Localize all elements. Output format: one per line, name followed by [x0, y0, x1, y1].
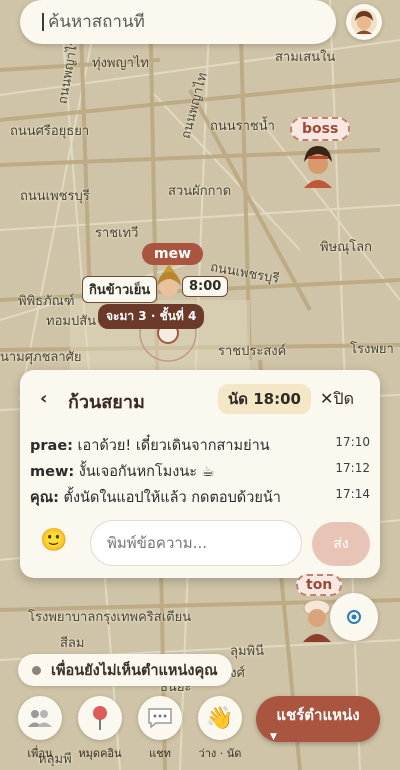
chat-panel: ‹ ก้วนสยาม นัด 18:00 ✕ปิด prae: เอาด้วย!…	[20, 370, 380, 578]
friend-status-mew: จะมา 3 · ชั้นที่ 4	[98, 304, 205, 329]
wave-icon: 👋	[206, 705, 234, 731]
status-dot-icon	[32, 665, 41, 675]
friend-name-boss[interactable]: boss	[290, 117, 351, 141]
friend-name-mew[interactable]: mew	[142, 243, 204, 265]
message-time: 17:12	[335, 461, 370, 475]
map-label: ราชเทวี	[95, 226, 139, 241]
chat-room-name: ก้วนสยาม	[68, 392, 145, 413]
nav-friends-button[interactable]	[18, 696, 62, 740]
dropdown-arrow-icon: ▼	[270, 732, 277, 742]
message-text: เอาด้วย! เดี๋ยวเดินจากสามย่าน	[72, 438, 270, 454]
my-location-button[interactable]	[330, 593, 378, 641]
user-avatar[interactable]	[346, 4, 382, 40]
message-composer: 🙂 ส่ง	[20, 516, 380, 576]
message-time: 17:14	[335, 487, 370, 501]
map-label: ราชประสงค์	[218, 344, 287, 359]
friend-bubble-time: 8:00	[182, 276, 229, 297]
nav-chat-label: แชท	[149, 747, 171, 760]
friend-bubble-mew[interactable]: กินข้าวเย็น	[82, 276, 158, 303]
text-cursor	[42, 13, 44, 31]
message-time: 17:10	[335, 435, 370, 449]
locate-icon	[347, 610, 361, 624]
map-label: ถนนเพชรบุรี	[20, 189, 90, 204]
send-button[interactable]: ส่ง	[312, 522, 370, 566]
user-avatar-icon	[351, 9, 377, 35]
message-row: prae: เอาด้วย! เดี๋ยวเดินจากสามย่าน 17:1…	[30, 434, 370, 456]
nav-friends-label: เพื่อน	[27, 747, 53, 760]
friend-name-ton[interactable]: ton	[296, 574, 343, 596]
boss-avatar-icon	[304, 146, 332, 188]
message-row: คุณ: ตั้งนัดในแอปให้แล้ว กดตอบด้วยน้า 17…	[30, 486, 370, 508]
nav-pin-button[interactable]	[78, 696, 122, 740]
map-label: ทุ่งพญาไท	[92, 56, 149, 71]
message-row: mew: งั้นเจอกันหกโมงนะ ☕ 17:12	[30, 460, 370, 482]
map-label: สวนผักกาด	[168, 184, 232, 199]
message-sender: prae:	[30, 438, 73, 454]
message-list[interactable]: prae: เอาด้วย! เดี๋ยวเดินจากสามย่าน 17:1…	[20, 420, 380, 514]
map-label: ถนนศรีอยุธยา	[10, 124, 90, 139]
map-label: สามเสนใน	[275, 50, 336, 65]
message-sender: คุณ:	[30, 490, 59, 506]
map-label: พิพิธภัณฑ์	[18, 294, 75, 309]
map-label: โรงพยา	[350, 342, 394, 357]
close-button[interactable]: ✕ปิด	[320, 387, 354, 412]
meet-time-badge[interactable]: นัด 18:00	[218, 384, 311, 414]
nav-pin-label: หมุดคอิน	[78, 747, 122, 760]
map-label: ถนนราชน้ำ	[210, 119, 275, 134]
map-label: นามศุภชลาศัย	[0, 350, 82, 365]
chat-icon	[148, 708, 172, 729]
message-text: งั้นเจอกันหกโมงนะ ☕	[74, 464, 215, 480]
nav-chat-button[interactable]	[138, 696, 182, 740]
message-input[interactable]	[90, 520, 302, 566]
search-bar[interactable]	[20, 0, 336, 44]
friends-icon	[28, 710, 52, 727]
map-label: โรงพยาบาลกรุงเทพคริสเตียน	[28, 610, 192, 625]
back-chevron-icon[interactable]: ‹	[40, 388, 47, 409]
map-label: ลุมพินี	[230, 644, 264, 659]
map-label: สีลม	[60, 636, 85, 651]
share-label: แชร์ตำแหน่ง	[276, 706, 360, 724]
search-input[interactable]	[46, 11, 300, 33]
status-text: เพื่อนยังไม่เห็นตำแหน่งคุณ	[51, 662, 218, 679]
nav-availability-label: ว่าง · นัด	[198, 747, 242, 760]
location-status: เพื่อนยังไม่เห็นตำแหน่งคุณ	[18, 654, 232, 686]
map-label: ทอมปสัน	[46, 314, 97, 329]
message-text: ตั้งนัดในแอปให้แล้ว กดตอบด้วยน้า	[58, 490, 281, 506]
share-location-button[interactable]: แชร์ตำแหน่ง ▼	[256, 696, 380, 742]
bubble-text: กินข้าวเย็น	[89, 283, 151, 298]
bubble-time: 8:00	[189, 279, 222, 294]
map-label: พิษณุโลก	[320, 240, 373, 255]
chat-header: ‹ ก้วนสยาม นัด 18:00 ✕ปิด	[20, 370, 380, 424]
message-sender: mew:	[30, 464, 75, 480]
nav-availability-button[interactable]: 👋	[198, 696, 242, 740]
pin-icon	[93, 706, 107, 730]
friend-marker-boss[interactable]	[298, 142, 338, 194]
emoji-icon[interactable]: 🙂	[40, 528, 67, 553]
